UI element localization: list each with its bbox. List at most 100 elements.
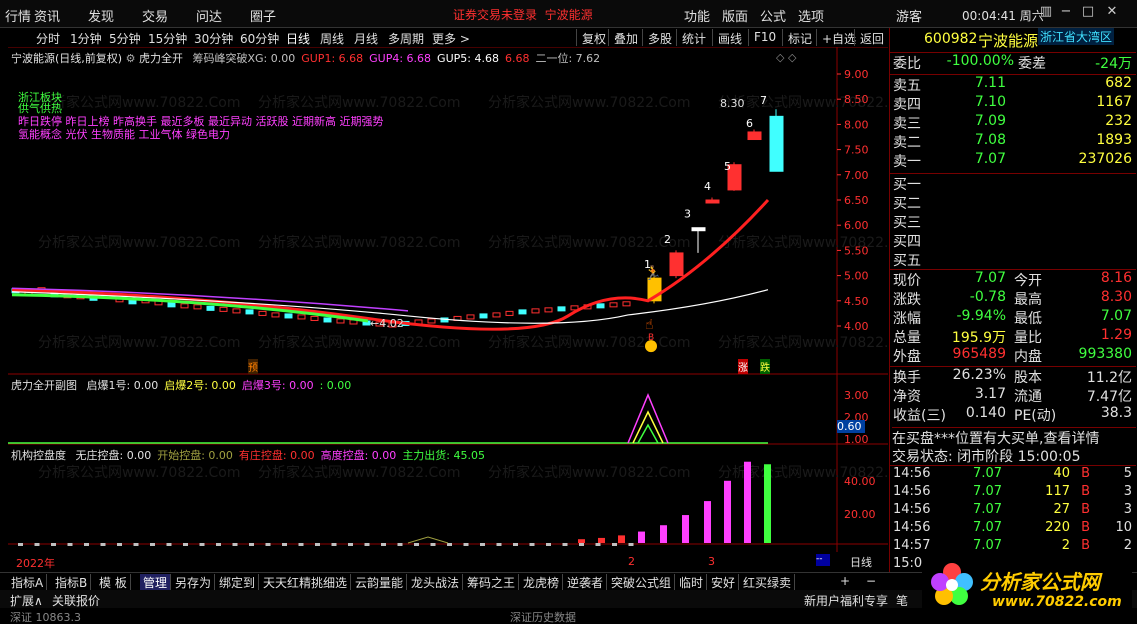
buy-level[interactable]: 买五 [890,250,1136,269]
watermark-text: 分析家公式网www.70822.Com [488,334,690,351]
control-bar [430,543,436,546]
welfare-link[interactable]: 新用户福利专享 [804,592,888,609]
period-5min[interactable]: 5分钟 [109,30,141,47]
remove-tab-icon[interactable]: − [866,574,876,588]
buy-level[interactable]: 买四 [890,231,1136,250]
indicator-tab[interactable]: 龙头战法 [408,574,464,590]
indicator-tab[interactable]: 红买绿卖 [740,574,796,590]
logo-url: www.70822.com [992,594,1122,610]
tick-list[interactable]: 14:56 7.07 40 B 5 14:56 7.07 117 B 3 14:56 7.07 27 B 3… [890,465,1136,571]
period-1min[interactable]: 1分钟 [70,30,102,47]
menu-wenda[interactable]: 问达 [196,6,222,25]
buy-level[interactable]: 买二 [890,193,1136,212]
menu-trade[interactable]: 交易 [142,6,168,25]
indicator-tab[interactable]: 指标B [52,574,92,590]
zoom-icon[interactable]: -- [816,554,830,566]
board-count-label: 5 [724,160,731,173]
indicator-tab[interactable]: 筹码之王 [464,574,520,590]
period-weekly[interactable]: 周线 [320,30,344,47]
menu-layout[interactable]: 版面 [722,6,748,25]
control-bar [183,543,188,546]
add-tab-icon[interactable]: + [840,574,850,588]
buy-level[interactable]: 买一 [890,174,1136,193]
period-daily[interactable]: 日线 [286,30,310,47]
menu-discover[interactable]: 发现 [88,6,114,25]
close-icon[interactable]: ✕ [1104,4,1120,20]
stock-code: 600982 [924,31,978,47]
sell-level[interactable]: 卖二 7.08 1893 [890,132,1136,151]
control-bar [618,535,625,543]
sell-level[interactable]: 卖五 7.11 682 [890,75,1136,94]
indicator-tab[interactable]: 天天红精挑细选 [260,574,352,590]
pen-button[interactable]: 笔 [896,592,908,609]
indicator-tab[interactable]: 云韵量能 [352,574,408,590]
tool-stats[interactable]: 统计 [676,29,711,46]
tool-multi[interactable]: 多股 [642,29,677,46]
guest-label[interactable]: 游客 [896,6,922,25]
indicator-tab[interactable]: 临时 [676,574,708,590]
indicator-tab[interactable]: 另存为 [172,574,216,590]
indicator-tab[interactable]: 突破公式组 [608,574,676,590]
buy-level[interactable]: 买三 [890,212,1136,231]
indicator-tab[interactable]: 安好 [708,574,740,590]
candle [479,313,488,319]
sub1-title: 虎力全开副图 启爆1号: 0.00 启爆2号: 0.00 启爆3号: 0.00: 0… [11,379,352,392]
control-bar [348,543,353,546]
price-axis-label: 8.50 [844,93,869,106]
big-order-notice[interactable]: 在买盘***位置有大买单,查看详情 [892,427,1136,448]
sub2-axis-label: 40.00 [844,475,876,488]
menu-circle[interactable]: 圈子 [250,6,276,25]
related-quotes-button[interactable]: 关联报价 [52,592,100,609]
period-30min[interactable]: 30分钟 [194,30,233,47]
watermark-text: 分析家公式网www.70822.Com [38,334,240,351]
period-multi[interactable]: 多周期 [388,30,424,47]
chart-area[interactable]: 分析家公式网www.70822.Com 分析家公式网www.70822.Com 分析… [8,46,920,570]
minimize-icon[interactable]: − [1058,4,1074,20]
period-indicator[interactable]: 日线 [850,554,872,570]
period-timeshare[interactable]: 分时 [36,30,60,47]
control-bar [216,543,221,546]
menu-options[interactable]: 选项 [798,6,824,25]
indicator-tab[interactable]: 管理 [140,574,172,590]
control-bar [744,461,751,543]
candle [596,303,605,309]
menu-function[interactable]: 功能 [684,6,710,25]
sub1-axis-label: 1.00 [844,433,869,446]
sell-level[interactable]: 卖三 7.09 232 [890,113,1136,132]
menu-formula[interactable]: 公式 [760,6,786,25]
layout-icon[interactable]: ▥ [1038,4,1054,20]
period-monthly[interactable]: 月线 [354,30,378,47]
history-link[interactable]: 深证历史数据 [510,609,576,624]
indicator-tab[interactable]: 指标A [8,574,48,590]
control-bar [480,543,485,546]
indicator-value: 6.68 [504,52,530,65]
tool-draw[interactable]: 画线 [712,29,747,46]
control-bar [199,543,205,546]
tool-back[interactable]: 返回 [854,29,889,46]
maximize-icon[interactable]: □ [1080,4,1096,20]
indicator-value: GUP5: 4.68 [437,52,499,65]
expand-button[interactable]: 扩展∧ [10,592,43,609]
indicator-tab[interactable]: 逆袭者 [564,574,608,590]
indicator-tab[interactable]: 模 板 [96,574,131,590]
period-more[interactable]: 更多 > [432,30,470,47]
region-tag[interactable]: 浙江省大湾区 [1038,28,1115,45]
indicator-tab[interactable]: 绑定到 [216,574,260,590]
period-15min[interactable]: 15分钟 [148,30,187,47]
chart-controls-icon[interactable]: ◇ ◇ [776,51,796,64]
sell-level[interactable]: 卖四 7.10 1167 [890,94,1136,113]
tool-mark[interactable]: 标记 [782,29,817,46]
sell-level[interactable]: 卖一 7.07 237026 [890,151,1136,170]
trade-state: 交易状态: 闭市阶段 15:00:05 [892,449,1081,465]
indicator-tab[interactable]: 龙虎榜 [520,574,564,590]
price-axis-label: 6.50 [844,194,869,207]
candle [669,252,684,277]
tool-overlay[interactable]: 叠加 [608,29,643,46]
menu-quotes[interactable]: 行情 [5,6,31,25]
control-bar [546,543,551,546]
tool-f10[interactable]: F10 [748,29,781,46]
settings-gear-icon[interactable]: ⚙ [126,52,136,65]
menu-news[interactable]: 资讯 [34,6,60,25]
tool-fuquan[interactable]: 复权 [576,29,611,46]
period-60min[interactable]: 60分钟 [240,30,279,47]
